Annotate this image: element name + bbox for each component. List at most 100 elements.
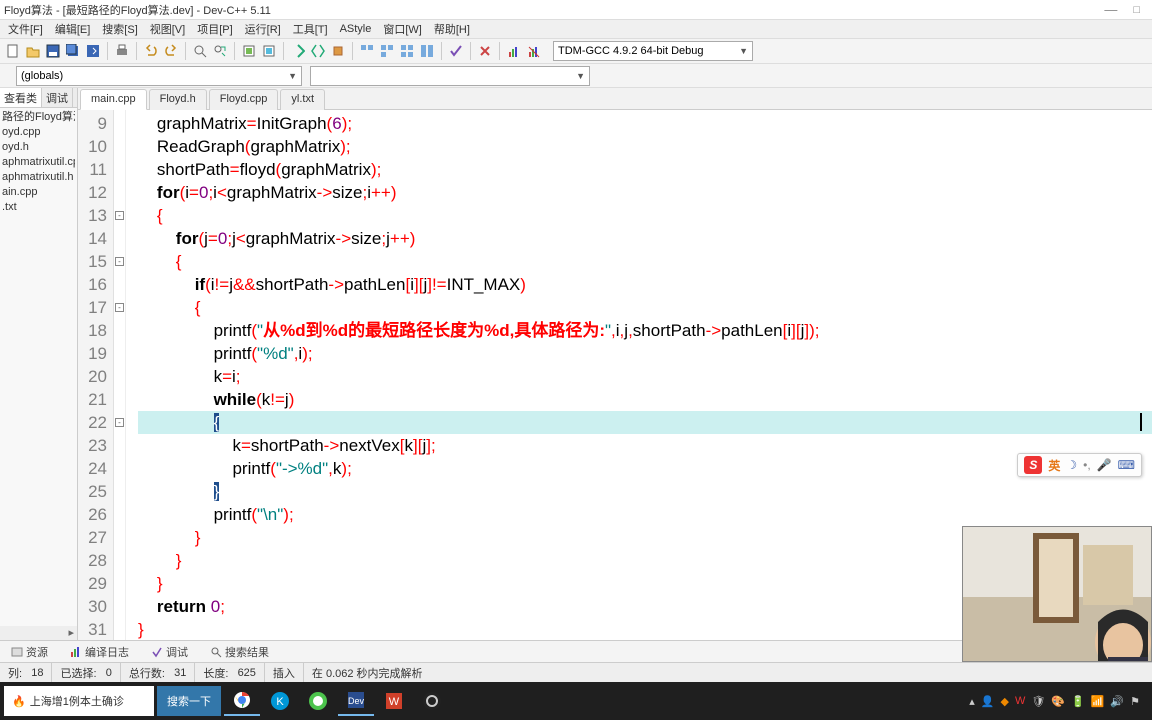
close-icon[interactable] — [476, 42, 494, 60]
compile-run-icon[interactable] — [289, 42, 307, 60]
save-as-icon[interactable] — [84, 42, 102, 60]
ime-comma-icon[interactable]: •, — [1083, 458, 1091, 472]
tree-file[interactable]: aphmatrixutil.h — [2, 170, 75, 185]
menu-item[interactable]: 帮助[H] — [428, 21, 476, 37]
tray-flag-icon[interactable]: ⚑ — [1130, 695, 1140, 708]
undo-icon[interactable] — [142, 42, 160, 60]
tree-file[interactable]: oyd.h — [2, 140, 75, 155]
menu-item[interactable]: 搜索[S] — [96, 21, 143, 37]
menu-item[interactable]: 工具[T] — [287, 21, 334, 37]
menu-item[interactable]: AStyle — [334, 23, 378, 35]
taskbar-search-input[interactable]: 🔥上海增1例本土确诊 — [4, 686, 154, 716]
fold-marker[interactable]: - — [115, 418, 124, 427]
scope-toolbar: (globals)▼ ▼ — [0, 64, 1152, 88]
menu-item[interactable]: 运行[R] — [239, 21, 287, 37]
tray-wifi-icon[interactable]: 📶 — [1091, 695, 1105, 708]
btab-resources[interactable]: 资源 — [4, 641, 55, 663]
new-file-icon[interactable] — [4, 42, 22, 60]
taskbar: 🔥上海增1例本土确诊 搜索一下 K Dev W ▴ 👤 ◆ W 🛡 🎨 🔋 📶 … — [0, 682, 1152, 720]
tab-class-view[interactable]: 查看类 — [0, 88, 42, 107]
grid4-icon[interactable] — [418, 42, 436, 60]
system-tray[interactable]: ▴ 👤 ◆ W 🛡 🎨 🔋 📶 🔊 ⚑ — [969, 695, 1148, 708]
grid1-icon[interactable] — [358, 42, 376, 60]
member-combo[interactable]: ▼ — [310, 66, 590, 86]
left-panel-tabs: 查看类 调试 — [0, 88, 77, 108]
project-tree[interactable]: 路径的Floyd算法 oyd.cppoyd.haphmatrixutil.cpa… — [0, 108, 77, 217]
fold-marker[interactable]: - — [115, 211, 124, 220]
chevron-down-icon: ▼ — [739, 46, 748, 56]
minimize-icon[interactable]: — — [1096, 2, 1125, 17]
compile-icon[interactable] — [240, 42, 258, 60]
tree-root[interactable]: 路径的Floyd算法 — [2, 110, 75, 125]
menu-item[interactable]: 项目[P] — [191, 21, 238, 37]
menu-item[interactable]: 窗口[W] — [377, 21, 428, 37]
redo-icon[interactable] — [162, 42, 180, 60]
tray-people-icon[interactable]: 👤 — [981, 695, 995, 708]
browser-icon[interactable] — [300, 686, 336, 716]
tray-volume-icon[interactable]: 🔊 — [1110, 695, 1124, 708]
file-tab[interactable]: yl.txt — [280, 89, 325, 110]
btab-debug[interactable]: 调试 — [144, 641, 195, 663]
run-icon[interactable] — [260, 42, 278, 60]
print-icon[interactable] — [113, 42, 131, 60]
taskbar-search-button[interactable]: 搜索一下 — [157, 686, 221, 716]
svg-text:Dev: Dev — [348, 696, 365, 706]
rebuild-icon[interactable] — [309, 42, 327, 60]
menu-item[interactable]: 文件[F] — [2, 21, 49, 37]
tray-orange-icon[interactable]: ◆ — [1000, 695, 1008, 708]
tree-file[interactable]: .txt — [2, 200, 75, 215]
tree-file[interactable]: oyd.cpp — [2, 125, 75, 140]
devcpp-icon[interactable]: Dev — [338, 686, 374, 716]
menu-item[interactable]: 视图[V] — [144, 21, 191, 37]
ime-moon-icon[interactable]: ☽ — [1066, 458, 1077, 472]
check-icon[interactable] — [447, 42, 465, 60]
tree-file[interactable]: aphmatrixutil.cp — [2, 155, 75, 170]
tray-w-icon[interactable]: W — [1015, 695, 1025, 707]
fold-marker[interactable]: - — [115, 303, 124, 312]
fold-column[interactable]: - - - - — [114, 110, 126, 640]
status-selected: 已选择: 0 — [52, 663, 120, 682]
btab-compile-log[interactable]: 编译日志 — [63, 641, 136, 663]
compiler-combo-label: TDM-GCC 4.9.2 64-bit Debug — [558, 45, 704, 57]
open-file-icon[interactable] — [24, 42, 42, 60]
compiler-combo[interactable]: TDM-GCC 4.9.2 64-bit Debug ▼ — [553, 41, 753, 61]
search-icon[interactable] — [191, 42, 209, 60]
tree-file[interactable]: ain.cpp — [2, 185, 75, 200]
maximize-icon[interactable]: □ — [1125, 4, 1148, 16]
tray-up-icon[interactable]: ▴ — [969, 695, 975, 708]
sogou-icon[interactable]: S — [1024, 456, 1042, 474]
trash-icon[interactable] — [525, 42, 543, 60]
file-tab[interactable]: Floyd.h — [149, 89, 207, 110]
file-tab[interactable]: Floyd.cpp — [209, 89, 279, 110]
status-length: 长度: 625 — [195, 663, 265, 682]
grid3-icon[interactable] — [398, 42, 416, 60]
fold-marker[interactable]: - — [115, 257, 124, 266]
status-mode: 插入 — [265, 663, 304, 682]
file-tab[interactable]: main.cpp — [80, 89, 147, 110]
wps-icon[interactable]: W — [376, 686, 412, 716]
chrome-icon[interactable] — [224, 686, 260, 716]
save-icon[interactable] — [44, 42, 62, 60]
ime-mic-icon[interactable]: 🎤 — [1097, 458, 1112, 472]
app1-icon[interactable]: K — [262, 686, 298, 716]
file-tabs: main.cppFloyd.hFloyd.cppyl.txt — [78, 88, 1152, 110]
tray-battery-icon[interactable]: 🔋 — [1071, 695, 1085, 708]
menu-item[interactable]: 编辑[E] — [49, 21, 96, 37]
ime-keyboard-icon[interactable]: ⌨ — [1118, 458, 1135, 472]
debug-icon[interactable] — [329, 42, 347, 60]
obs-icon[interactable] — [414, 686, 450, 716]
tray-shield-icon[interactable]: 🛡 — [1031, 695, 1045, 708]
scope-combo-label: (globals) — [21, 70, 63, 82]
btab-search-results[interactable]: 搜索结果 — [203, 641, 276, 663]
grid2-icon[interactable] — [378, 42, 396, 60]
ime-toolbar[interactable]: S 英 ☽ •, 🎤 ⌨ — [1017, 453, 1142, 477]
chart-icon[interactable] — [505, 42, 523, 60]
replace-icon[interactable] — [211, 42, 229, 60]
ime-lang[interactable]: 英 — [1048, 457, 1060, 474]
line-gutter: 9101112131415161718192021222324252627282… — [78, 110, 114, 640]
tab-debug[interactable]: 调试 — [42, 88, 73, 107]
panel-h-scrollbar[interactable]: ▸ — [0, 626, 77, 640]
scope-combo[interactable]: (globals)▼ — [16, 66, 302, 86]
save-all-icon[interactable] — [64, 42, 82, 60]
tray-palette-icon[interactable]: 🎨 — [1051, 695, 1065, 708]
